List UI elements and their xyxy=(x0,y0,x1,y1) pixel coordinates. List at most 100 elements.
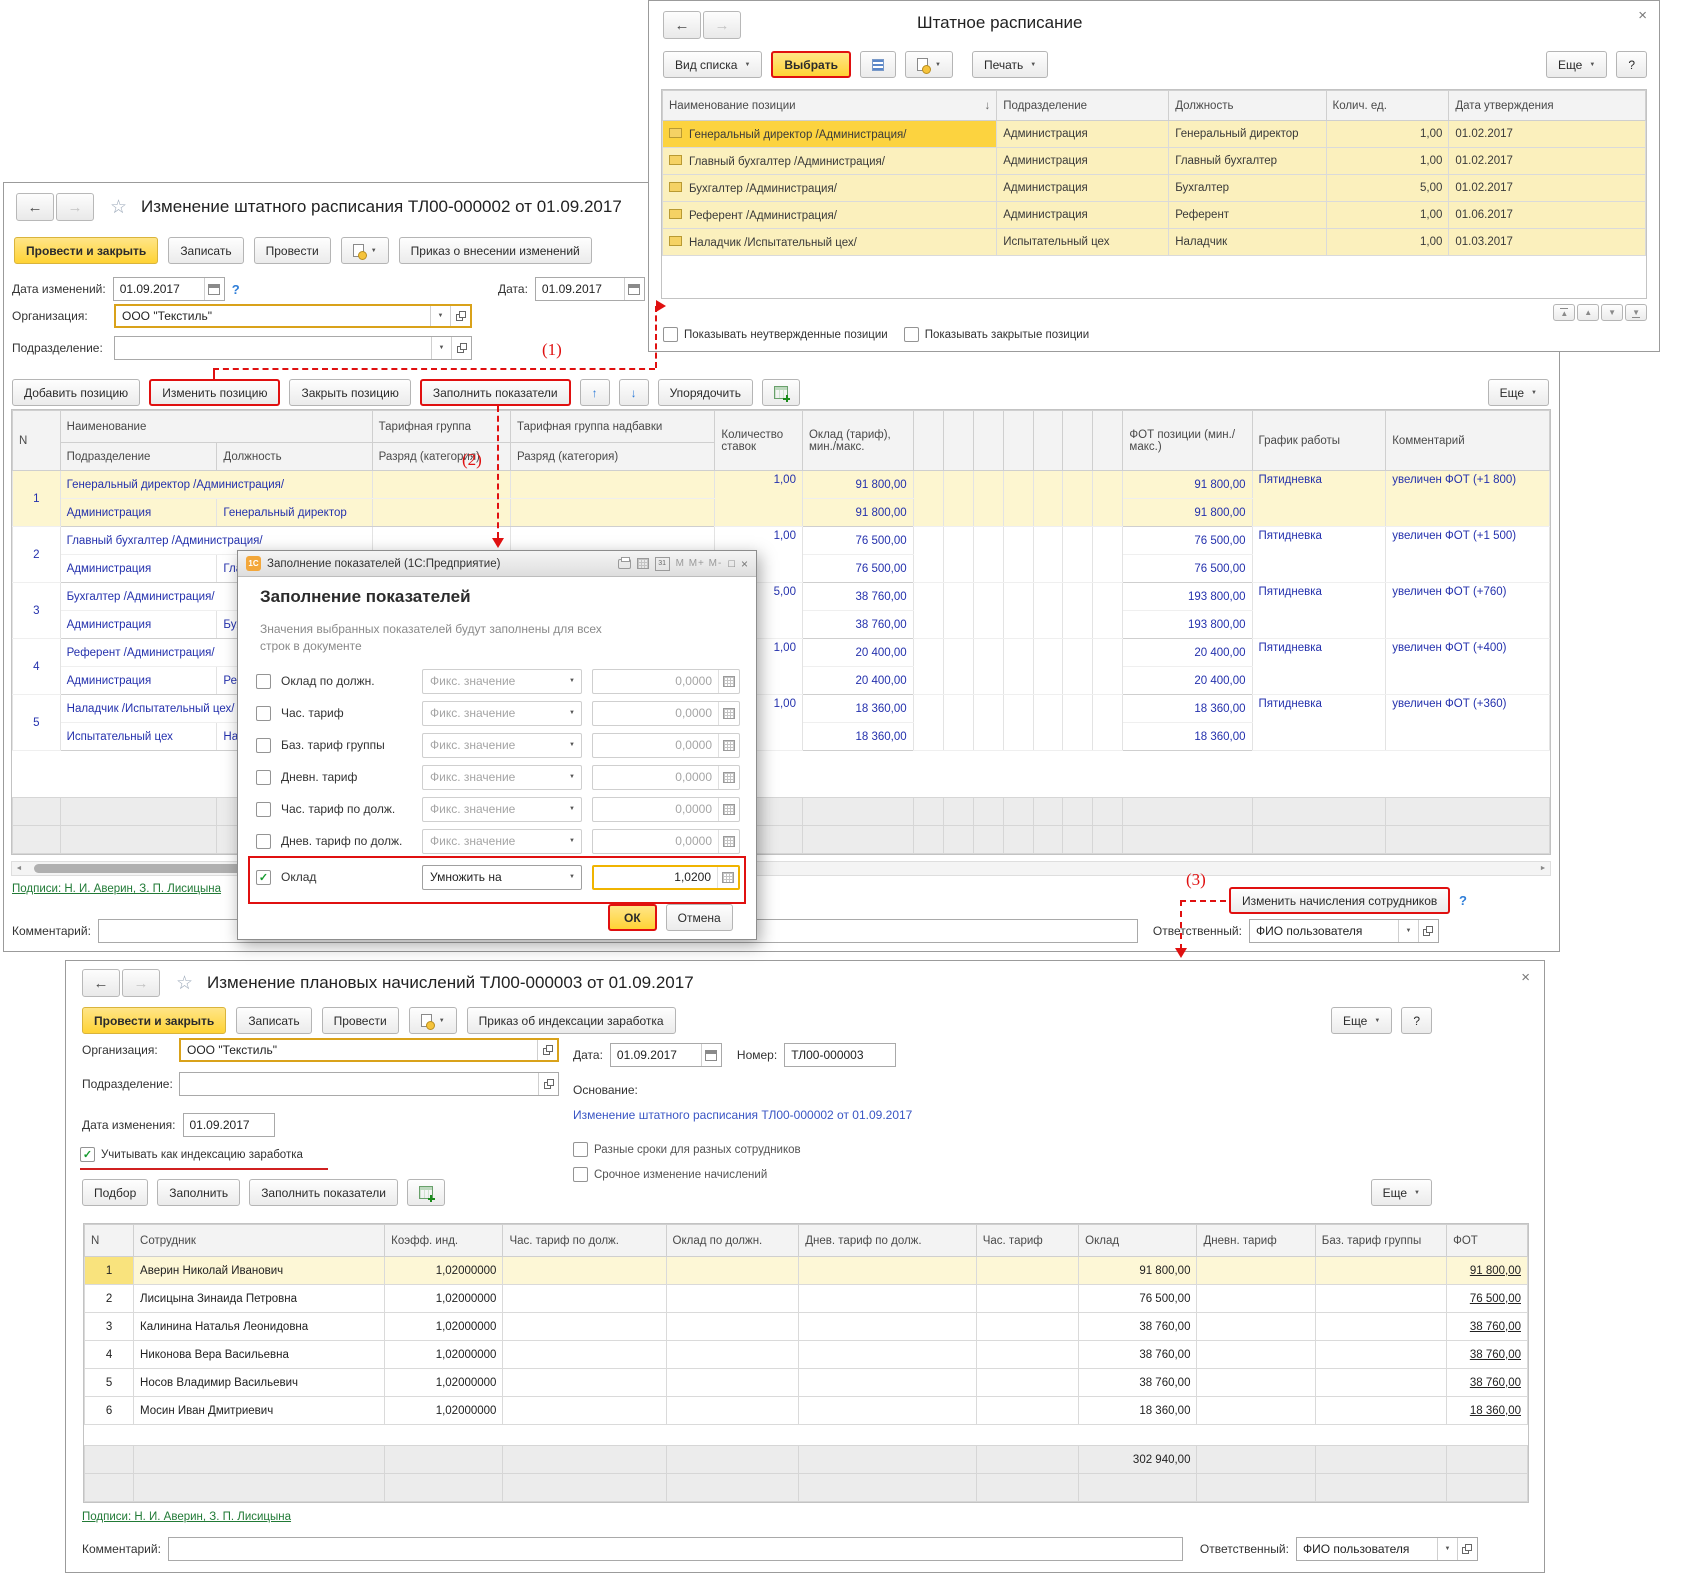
cell-coef[interactable]: 1,02000000 xyxy=(385,1341,503,1369)
department-field[interactable] xyxy=(179,1072,559,1096)
cell[interactable] xyxy=(799,1285,976,1313)
more-button[interactable]: Еще▼ xyxy=(1488,379,1549,406)
fill-indicators-button[interactable]: Заполнить показатели xyxy=(420,379,571,406)
go-down-button[interactable]: ▼ xyxy=(1601,304,1623,321)
go-last-button[interactable]: ▼ xyxy=(1625,304,1647,321)
cell-salary[interactable]: 76 500,00 xyxy=(1079,1285,1197,1313)
cell[interactable] xyxy=(1093,471,1123,527)
print-button[interactable]: Печать▼ xyxy=(972,51,1048,78)
cell-salary-min[interactable]: 20 400,00 xyxy=(802,639,913,667)
column-header-bonus-sub[interactable]: Разряд (категория) xyxy=(510,443,714,471)
cell[interactable] xyxy=(1315,1369,1446,1397)
more-button[interactable]: Еще▼ xyxy=(1331,1007,1392,1034)
view-list-button[interactable]: Вид списка▼ xyxy=(663,51,762,78)
cell-schedule[interactable]: Пятидневка xyxy=(1252,695,1386,751)
salary-value-field[interactable]: 1,0200 xyxy=(592,865,740,890)
cell-qty[interactable]: 1,00 xyxy=(715,471,803,527)
cell[interactable] xyxy=(973,695,1003,751)
cell-department[interactable]: Администрация xyxy=(997,202,1169,229)
cell-employee[interactable]: Никонова Вера Васильевна xyxy=(134,1341,385,1369)
cell[interactable] xyxy=(799,1257,976,1285)
cell[interactable] xyxy=(1197,1285,1315,1313)
cell-qty[interactable]: 1,00 xyxy=(1326,229,1449,256)
cell-schedule[interactable]: Пятидневка xyxy=(1252,639,1386,695)
cell[interactable] xyxy=(503,1397,666,1425)
post-and-close-button[interactable]: Провести и закрыть xyxy=(14,237,158,264)
cell[interactable] xyxy=(1197,1313,1315,1341)
maximize-icon[interactable]: □ xyxy=(728,558,735,570)
cell-n[interactable]: 1 xyxy=(85,1257,134,1285)
cell-position[interactable]: Наладчик xyxy=(1169,229,1326,256)
cell-coef[interactable]: 1,02000000 xyxy=(385,1313,503,1341)
column-header-schedule[interactable]: График работы xyxy=(1252,411,1386,471)
calculator-icon[interactable] xyxy=(637,558,649,569)
cell-salary[interactable]: 38 760,00 xyxy=(1079,1369,1197,1397)
cell-coef[interactable]: 1,02000000 xyxy=(385,1285,503,1313)
cell-qty[interactable]: 1,00 xyxy=(1326,121,1449,148)
cell[interactable] xyxy=(1093,695,1123,751)
favorite-star-icon[interactable]: ☆ xyxy=(176,972,193,995)
cell-salary[interactable]: 18 360,00 xyxy=(1079,1397,1197,1425)
column-header-approved[interactable]: Дата утверждения xyxy=(1449,91,1646,121)
indicator-checkbox[interactable] xyxy=(256,834,271,849)
cell[interactable] xyxy=(666,1313,799,1341)
cell-salary-min[interactable]: 76 500,00 xyxy=(802,527,913,555)
mode-dropdown[interactable]: Фикс. значение▼ xyxy=(422,829,582,854)
cell[interactable] xyxy=(913,695,943,751)
list-display-button[interactable] xyxy=(860,51,896,78)
cell-salary-min[interactable]: 38 760,00 xyxy=(802,583,913,611)
table-row[interactable]: 5 Носов Владимир Васильевич 1,02000000 3… xyxy=(85,1369,1528,1397)
value-field[interactable]: 0,0000 xyxy=(592,829,740,854)
cell-comment[interactable]: увеличен ФОТ (+760) xyxy=(1386,583,1550,639)
column-header-pos[interactable]: Должность xyxy=(217,443,372,471)
cancel-button[interactable]: Отмена xyxy=(666,904,733,931)
cell-name[interactable]: Референт /Администрация/ xyxy=(663,202,997,229)
cell[interactable] xyxy=(1197,1341,1315,1369)
save-button[interactable]: Записать xyxy=(236,1007,311,1034)
cell-name[interactable]: Генеральный директор /Администрация/ xyxy=(60,471,372,499)
cell[interactable] xyxy=(976,1285,1078,1313)
column-header-salary-pos[interactable]: Оклад по должн. xyxy=(666,1225,799,1257)
column-header-tariff-sub[interactable]: Разряд (категория) xyxy=(372,443,510,471)
cell[interactable] xyxy=(1315,1341,1446,1369)
table-row[interactable]: 1 Генеральный директор /Администрация/ 1… xyxy=(13,471,1550,499)
grid-settings-button[interactable] xyxy=(407,1179,445,1206)
cell-salary[interactable]: 38 760,00 xyxy=(1079,1313,1197,1341)
cell-approved[interactable]: 01.02.2017 xyxy=(1449,121,1646,148)
more-button[interactable]: Еще▼ xyxy=(1371,1179,1432,1206)
column-header-dept[interactable]: Подразделение xyxy=(60,443,217,471)
cell[interactable] xyxy=(503,1257,666,1285)
calculator-icon[interactable] xyxy=(723,708,735,719)
cell[interactable] xyxy=(1197,1397,1315,1425)
cell-fot-min[interactable]: 91 800,00 xyxy=(1123,471,1252,499)
calculator-icon[interactable] xyxy=(723,804,735,815)
calculator-icon[interactable] xyxy=(723,836,735,847)
cell-fot-max[interactable]: 193 800,00 xyxy=(1123,611,1252,639)
cell-pos[interactable]: Генеральный директор xyxy=(217,499,372,527)
edit-position-button[interactable]: Изменить позицию xyxy=(149,379,280,406)
mode-dropdown[interactable]: Фикс. значение▼ xyxy=(422,765,582,790)
cell-fot-min[interactable]: 18 360,00 xyxy=(1123,695,1252,723)
column-header-day-rate[interactable]: Дневн. тариф xyxy=(1197,1225,1315,1257)
forward-button[interactable]: → xyxy=(56,193,94,221)
cell[interactable] xyxy=(1315,1313,1446,1341)
cell[interactable] xyxy=(943,527,973,583)
column-header-salary[interactable]: Оклад (тариф), мин./макс. xyxy=(802,411,913,471)
change-date-field[interactable]: 01.09.2017 xyxy=(183,1113,275,1137)
calculator-icon[interactable] xyxy=(722,872,734,883)
cell[interactable] xyxy=(666,1369,799,1397)
column-header-base-rate[interactable]: Баз. тариф группы xyxy=(1315,1225,1446,1257)
cell[interactable] xyxy=(976,1397,1078,1425)
cell[interactable] xyxy=(973,471,1003,527)
mode-dropdown[interactable]: Фикс. значение▼ xyxy=(422,733,582,758)
open-icon[interactable] xyxy=(544,1079,554,1089)
create-based-on-button[interactable]: ▼ xyxy=(341,237,389,264)
cell[interactable] xyxy=(1315,1257,1446,1285)
cell-name[interactable]: Главный бухгалтер /Администрация/ xyxy=(663,148,997,175)
cell[interactable] xyxy=(943,471,973,527)
scroll-left-icon[interactable]: ◄ xyxy=(12,865,26,872)
column-header-n[interactable]: N xyxy=(85,1225,134,1257)
cell-comment[interactable]: увеличен ФОТ (+1 800) xyxy=(1386,471,1550,527)
cell-comment[interactable]: увеличен ФОТ (+360) xyxy=(1386,695,1550,751)
signatures-link[interactable]: Подписи: Н. И. Аверин, З. П. Лисицына xyxy=(82,1511,291,1523)
